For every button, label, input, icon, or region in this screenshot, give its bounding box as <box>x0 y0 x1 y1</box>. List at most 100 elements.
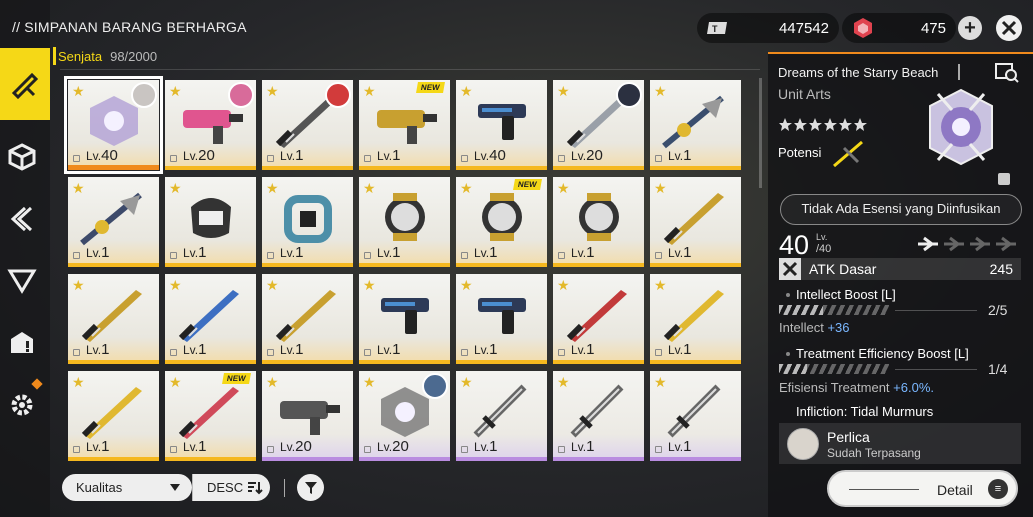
avatar <box>616 82 642 108</box>
weapon-level: Lv.20 <box>571 147 603 164</box>
weapon-card[interactable]: ★ Lv.1 <box>553 371 644 461</box>
potential-label: Potensi <box>778 145 822 160</box>
lock-icon <box>73 252 80 259</box>
category-other-button[interactable] <box>0 383 44 427</box>
category-essence-button[interactable] <box>0 197 44 241</box>
level-value: 1 <box>586 341 595 358</box>
origeometry-icon <box>848 16 878 40</box>
level-value: 1 <box>295 147 304 164</box>
category-gear-button[interactable] <box>0 258 44 302</box>
new-badge: NEW <box>222 373 251 384</box>
rarity-bar <box>359 360 450 364</box>
weapon-card[interactable]: ★ Lv.20 <box>165 80 256 170</box>
weapon-card[interactable]: ★ Lv.1 <box>359 274 450 364</box>
level-prefix: Lv. <box>571 440 587 454</box>
level-value: 1 <box>392 244 401 261</box>
category-material-button[interactable] <box>0 135 44 179</box>
weapon-card[interactable]: ★ Lv.1 <box>262 177 353 267</box>
weapon-card[interactable]: ★ Lv.40 <box>64 76 163 174</box>
level-prefix: Lv. <box>668 343 684 357</box>
weapon-card[interactable]: ★ Lv.1 <box>650 177 741 267</box>
level-value: 1 <box>683 244 692 261</box>
level-prefix: Lv. <box>474 440 490 454</box>
lock-icon <box>655 252 662 259</box>
weapon-card[interactable]: ★ Lv.1 <box>650 80 741 170</box>
weapon-thumbnail <box>473 384 527 438</box>
weapon-card[interactable]: ★ NEW Lv.1 <box>456 177 547 267</box>
weapon-card[interactable]: ★ Lv.1 <box>68 177 159 267</box>
skill-progress <box>779 364 889 374</box>
weapon-thumbnail <box>663 193 724 245</box>
divider <box>284 479 285 497</box>
divider <box>849 489 919 490</box>
level-prefix: Lv. <box>183 149 199 163</box>
add-currency-button[interactable]: + <box>958 16 982 40</box>
lock-icon[interactable] <box>998 173 1010 185</box>
panel-accent <box>768 52 1033 54</box>
weapon-card[interactable]: ★ NEW Lv.1 <box>359 80 450 170</box>
atk-value: 245 <box>989 261 1013 277</box>
lock-icon <box>73 155 80 162</box>
order-toggle-button[interactable]: DESC <box>192 474 270 501</box>
level-prefix: Lv. <box>474 246 490 260</box>
rarity-bar <box>262 263 353 267</box>
rarity-bar <box>262 457 353 461</box>
lock-icon <box>73 446 80 453</box>
weapon-card[interactable]: ★ Lv.1 <box>456 371 547 461</box>
rarity-bar <box>165 263 256 267</box>
weapon-card[interactable]: ★ Lv.1 <box>68 371 159 461</box>
lock-icon <box>558 446 565 453</box>
avatar <box>325 82 351 108</box>
currency-origeometry: 475 <box>842 13 956 43</box>
weapon-card[interactable]: ★ Lv.1 <box>650 371 741 461</box>
weapon-card[interactable]: ★ Lv.1 <box>262 80 353 170</box>
avatar <box>228 82 254 108</box>
detail-button[interactable]: Detail ≡ <box>827 470 1018 507</box>
rarity-bar <box>553 263 644 267</box>
skill-progress-fill <box>779 364 807 374</box>
weapon-level: Lv.1 <box>474 438 497 455</box>
weapon-card[interactable]: ★ Lv.1 <box>165 177 256 267</box>
filter-button[interactable] <box>297 474 324 501</box>
weapon-card[interactable]: ★ NEW Lv.1 <box>165 371 256 461</box>
weapon-card[interactable]: ★ Lv.20 <box>553 80 644 170</box>
atk-label: ATK Dasar <box>809 261 877 277</box>
category-consumable-button[interactable] <box>0 320 44 364</box>
level-value: 1 <box>683 438 692 455</box>
level-value: 1 <box>101 244 110 261</box>
weapon-type: Unit Arts <box>778 86 831 102</box>
sort-order-icon <box>248 481 263 494</box>
skill-progress <box>779 305 889 315</box>
essence-button[interactable]: Tidak Ada Esensi yang Diinfusikan <box>780 194 1022 225</box>
weapon-thumbnail <box>81 290 142 342</box>
menu-icon: ≡ <box>988 479 1008 499</box>
weapon-card[interactable]: ★ Lv.1 <box>262 274 353 364</box>
weapon-thumbnail <box>381 298 429 334</box>
weapon-card[interactable]: ★ Lv.1 <box>165 274 256 364</box>
weapon-card[interactable]: ★ Lv.20 <box>359 371 450 461</box>
close-button[interactable] <box>996 15 1022 41</box>
level-prefix: Lv. <box>571 343 587 357</box>
lock-icon <box>461 446 468 453</box>
weapon-card[interactable]: ★ Lv.1 <box>68 274 159 364</box>
weapon-card[interactable]: ★ Lv.1 <box>553 177 644 267</box>
weapon-card[interactable]: ★ Lv.20 <box>262 371 353 461</box>
equip-status: Sudah Terpasang <box>827 446 921 460</box>
weapon-card[interactable]: ★ Lv.1 <box>553 274 644 364</box>
equipped-operator[interactable]: Perlica Sudah Terpasang <box>779 423 1021 464</box>
weapon-card[interactable]: ★ Lv.40 <box>456 80 547 170</box>
weapon-card[interactable]: ★ Lv.1 <box>456 274 547 364</box>
category-weapon-button[interactable] <box>0 48 50 120</box>
grid-scrollbar[interactable] <box>759 78 762 188</box>
lock-icon <box>364 349 371 356</box>
weapon-thumbnail <box>275 290 336 342</box>
weapon-card[interactable]: ★ Lv.1 <box>359 177 450 267</box>
weapon-thumbnail <box>662 95 724 149</box>
tab-weapons[interactable]: Senjata 98/2000 <box>58 49 157 64</box>
effect-value: +6.0%. <box>893 380 935 395</box>
operator-name: Perlica <box>827 429 870 445</box>
weapon-card[interactable]: ★ Lv.1 <box>650 274 741 364</box>
level-value: 1 <box>489 438 498 455</box>
sort-select[interactable]: Kualitas <box>62 474 192 501</box>
ticket-amount: 447542 <box>778 19 829 37</box>
